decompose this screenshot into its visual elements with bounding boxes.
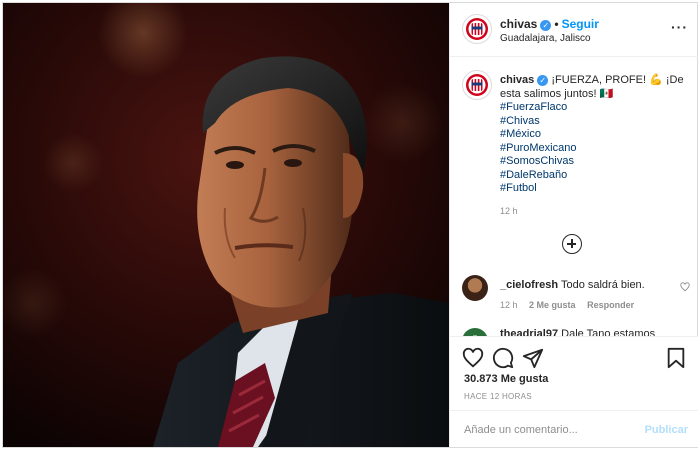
more-options-icon[interactable]: ··· [671,19,688,35]
reply-button[interactable]: Responder [587,300,634,310]
coach-portrait-image [3,3,449,447]
separator-dot: • [554,17,559,31]
commenter-avatar[interactable] [462,328,488,336]
heart-icon[interactable] [462,347,484,369]
caption-timestamp[interactable]: 12 h [500,205,690,219]
chivas-logo-icon [464,72,490,98]
action-icons-row [462,347,686,369]
comment-input[interactable] [464,421,634,439]
post-header: chivas ✓ • Seguir Guadalajara, Jalisco ··· [450,3,698,57]
likes-number[interactable]: 30.873 [464,373,498,385]
publish-button[interactable]: Publicar [645,424,688,436]
comment-like-heart-icon[interactable] [680,282,690,292]
share-icon[interactable] [522,347,544,369]
hashtag-link[interactable]: #PuroMexicano [500,142,690,156]
comment-meta: 12 h 2 Me gusta Responder [500,300,643,310]
comment-icon[interactable] [492,347,514,369]
post-time-ago[interactable]: HACE 12 HORAS [464,392,532,401]
comment-likes[interactable]: 2 Me gusta [529,300,576,310]
hashtag-link[interactable]: #Chivas [500,115,690,129]
follow-button[interactable]: Seguir [562,17,599,31]
bookmark-icon[interactable] [666,347,686,369]
comment-composer: Publicar [450,410,698,448]
likes-count: 30.873 Me gusta [464,373,548,385]
comment-username[interactable]: theadrial97 [500,328,558,336]
chivas-logo-icon [464,16,490,42]
caption-body: chivas ✓ ¡FUERZA, PROFE! 💪 ¡De esta salim… [500,74,690,218]
comment-body: _cielofresh Todo saldrá bien. [500,279,645,291]
header-username-line: chivas ✓ • Seguir [500,17,599,31]
load-more-comments-button[interactable] [562,234,582,254]
account-username[interactable]: chivas [500,17,537,31]
hashtag-link[interactable]: #FuerzaFlaco [500,101,690,115]
caption-avatar[interactable] [462,70,492,100]
commenter-avatar[interactable] [462,275,488,301]
hashtag-link[interactable]: #México [500,128,690,142]
comment-item: theadrial97 Dale Tano estamos [462,326,690,336]
hashtag-link[interactable]: #SomosChivas [500,155,690,169]
verified-badge-icon: ✓ [540,20,552,31]
hashtag-link[interactable]: #Futbol [500,182,690,196]
comment-time[interactable]: 12 h [500,300,518,310]
hashtag-link[interactable]: #DaleRebaño [500,169,690,183]
comment-body: theadrial97 Dale Tano estamos [500,328,655,336]
caption-username[interactable]: chivas [500,74,534,86]
comments-section[interactable]: chivas ✓ ¡FUERZA, PROFE! 💪 ¡De esta salim… [450,58,698,336]
comment-item: _cielofresh Todo saldrá bien. 12 h 2 Me … [462,275,690,315]
instagram-post: chivas ✓ • Seguir Guadalajara, Jalisco ··· [2,2,698,448]
post-photo[interactable] [3,3,449,447]
post-location[interactable]: Guadalajara, Jalisco [500,33,591,44]
comment-username[interactable]: _cielofresh [500,279,558,291]
post-side-panel: chivas ✓ • Seguir Guadalajara, Jalisco ··· [449,3,698,447]
verified-badge-icon: ✓ [537,75,549,86]
comment-text: Todo saldrá bien. [560,279,645,291]
post-actions-section: 30.873 Me gusta HACE 12 HORAS Publicar [450,336,698,447]
account-avatar[interactable] [462,14,492,44]
likes-label[interactable]: Me gusta [501,373,549,385]
comment-text: Dale Tano estamos [561,328,656,336]
